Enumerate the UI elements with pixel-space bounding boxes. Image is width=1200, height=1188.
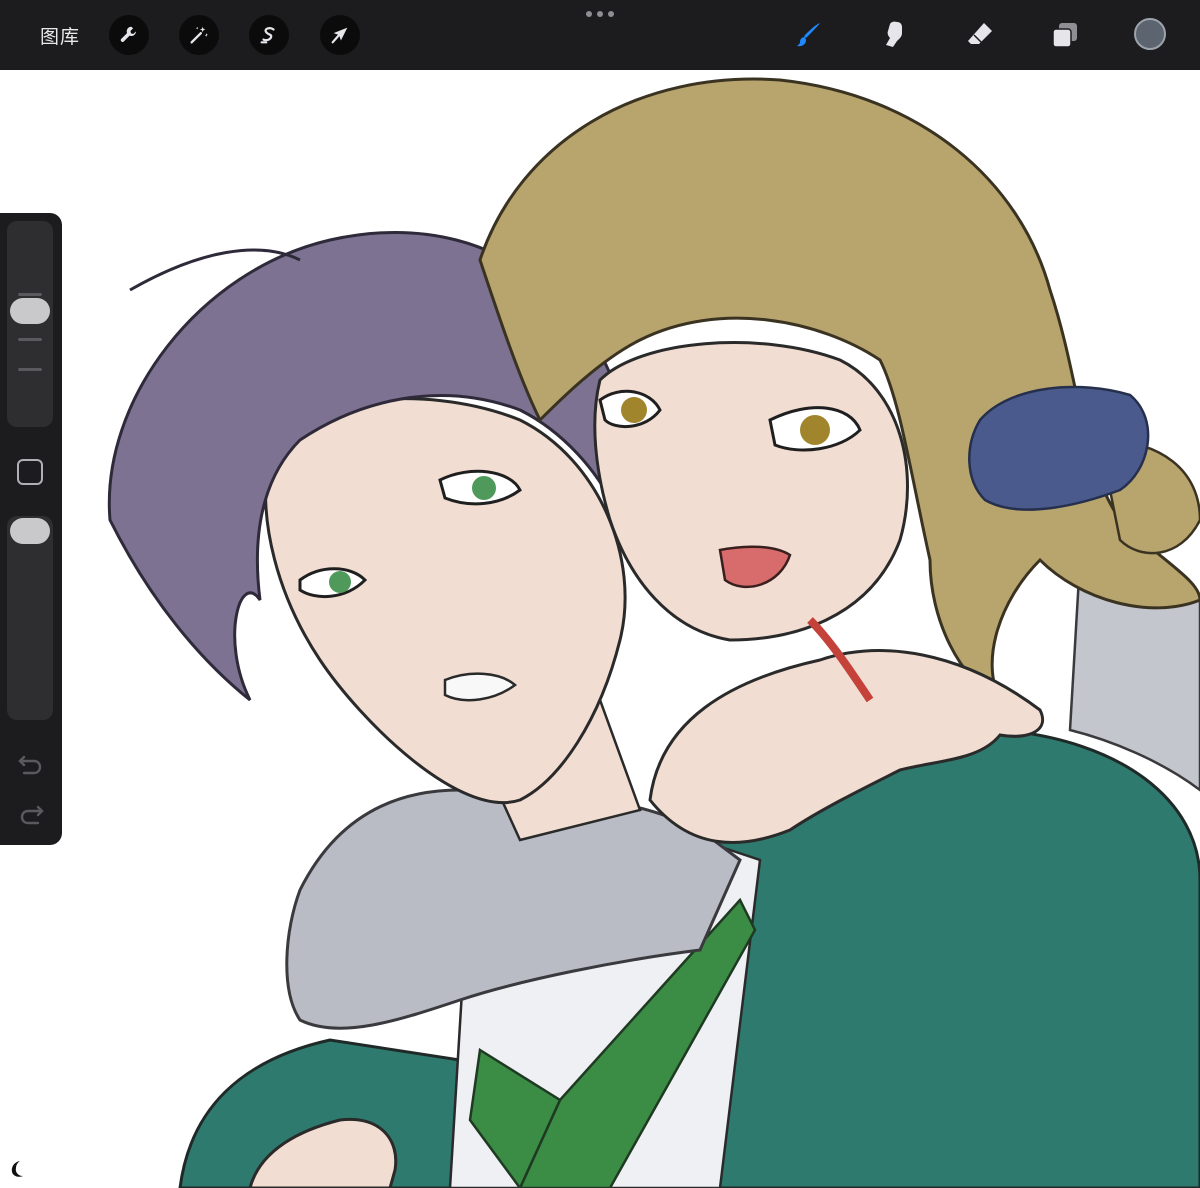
modify-square-icon[interactable] <box>17 459 43 485</box>
wrench-icon <box>120 26 136 42</box>
drawing-canvas[interactable] <box>0 70 1200 1188</box>
transform-button[interactable] <box>320 15 360 55</box>
top-toolbar: 图库 <box>0 0 1200 70</box>
undo-button[interactable] <box>16 749 46 779</box>
selection-s-icon <box>260 27 275 44</box>
moon-icon <box>11 1161 23 1177</box>
adjustments-button[interactable] <box>179 15 219 55</box>
smudge-tool-button[interactable] <box>876 17 912 53</box>
more-options-icon[interactable] <box>586 10 614 18</box>
eraser-icon <box>968 23 992 44</box>
opacity-thumb[interactable] <box>10 518 50 544</box>
layers-icon <box>1052 23 1077 48</box>
redo-icon <box>20 805 44 825</box>
undo-icon <box>18 755 42 775</box>
opacity-slider[interactable] <box>7 516 53 720</box>
slider-tick <box>18 338 42 341</box>
slider-tick <box>18 293 42 296</box>
artwork-illustration <box>107 77 1200 1188</box>
layers-button[interactable] <box>1047 17 1083 53</box>
eraser-tool-button[interactable] <box>962 17 998 53</box>
color-picker-button[interactable] <box>1134 18 1166 50</box>
redo-button[interactable] <box>16 799 46 829</box>
smudge-finger-icon <box>886 21 902 47</box>
left-sidebar <box>0 213 62 845</box>
arrow-cursor-icon <box>331 27 348 44</box>
brush-icon <box>797 23 820 47</box>
brush-size-thumb[interactable] <box>10 298 50 324</box>
slider-tick <box>18 368 42 371</box>
magic-wand-icon <box>190 26 208 44</box>
brush-size-slider[interactable] <box>7 221 53 427</box>
selection-button[interactable] <box>249 15 289 55</box>
actions-button[interactable] <box>109 15 149 55</box>
gallery-button[interactable]: 图库 <box>40 22 80 49</box>
brush-tool-button[interactable] <box>791 17 827 53</box>
